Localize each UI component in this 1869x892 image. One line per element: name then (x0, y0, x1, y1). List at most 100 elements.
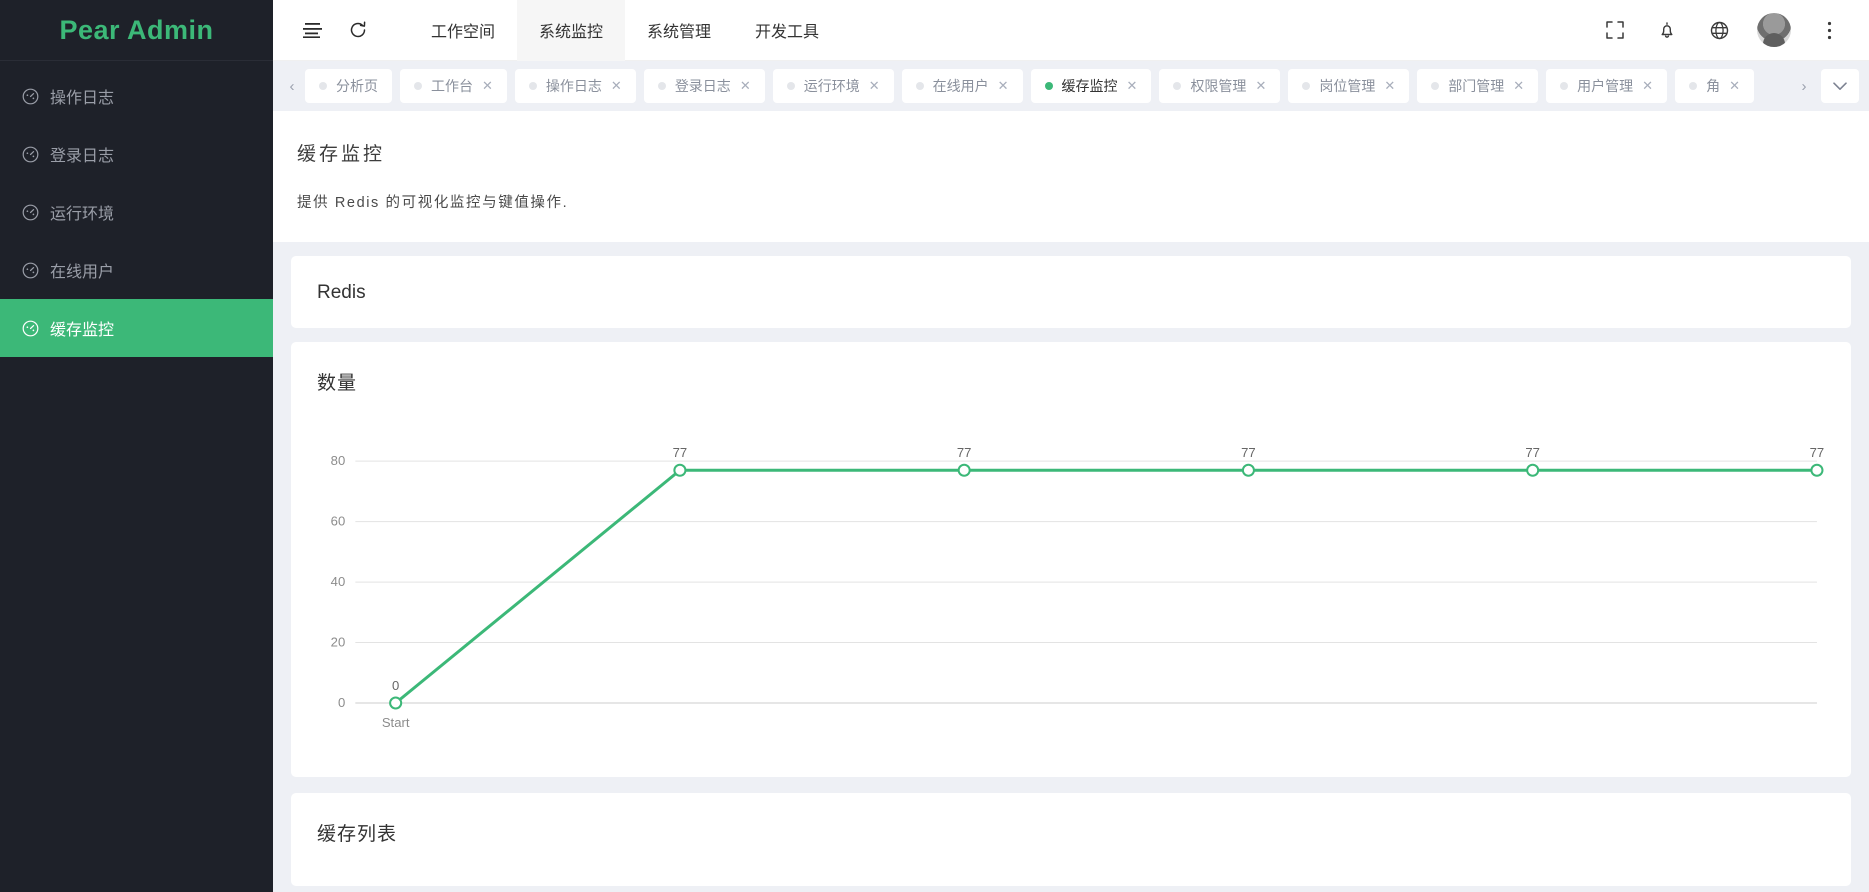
tab-label: 工作台 (431, 78, 473, 94)
tab-list: 分析页 工作台 ✕ 操作日志 ✕ 登录日志 ✕ 运行环境 ✕ 在线用户 ✕ 缓存监控 ✕ 权限管理 ✕ 岗位管… (305, 69, 1791, 103)
tab-label: 缓存监控 (1061, 78, 1118, 94)
top-nav-item-2[interactable]: 系统管理 (625, 0, 733, 61)
tab-status-dot (1044, 82, 1053, 90)
chart-container: 0 20 40 60 80 0 Start 77 77 77 77 77 (291, 419, 1851, 777)
tab-status-dot (1689, 82, 1698, 90)
svg-text:77: 77 (673, 445, 688, 460)
tab-close-icon[interactable]: ✕ (1513, 78, 1524, 94)
top-nav-item-0[interactable]: 工作空间 (409, 0, 517, 61)
tab-label: 分析页 (336, 78, 378, 94)
tab-status-dot (786, 82, 795, 90)
sidebar-item-label: 运行环境 (50, 206, 115, 223)
gauge-icon (22, 204, 50, 221)
svg-text:77: 77 (1525, 445, 1540, 460)
count-card-title: 数量 (317, 373, 358, 394)
tab-close-icon[interactable]: ✕ (1384, 78, 1395, 94)
cache-list-card: 缓存列表 (291, 793, 1851, 886)
tab-0[interactable]: 分析页 (305, 69, 392, 103)
gauge-icon (22, 146, 50, 163)
fullscreen-icon[interactable] (1589, 0, 1641, 61)
hamburger-icon[interactable] (289, 0, 335, 61)
tab-5[interactable]: 在线用户 ✕ (901, 69, 1023, 103)
sidebar-item-label: 操作日志 (50, 90, 115, 107)
tab-bar: ‹ 分析页 工作台 ✕ 操作日志 ✕ 登录日志 ✕ 运行环境 ✕ 在线用户 ✕ 缓存监控 ✕ 权限管理 ✕ 岗… (273, 61, 1869, 111)
tab-label: 运行环境 (803, 78, 860, 94)
tab-close-icon[interactable]: ✕ (869, 78, 880, 94)
tab-status-dot (657, 82, 666, 90)
sidebar-item-label: 登录日志 (50, 148, 115, 165)
tab-status-dot (319, 82, 327, 90)
svg-text:80: 80 (331, 453, 346, 468)
tab-10[interactable]: 用户管理 ✕ (1546, 69, 1668, 103)
sidebar: Pear Admin 操作日志 登录日志 运行环境 在线用户 缓存监控 (0, 0, 273, 892)
sidebar-item-1[interactable]: 登录日志 (0, 125, 273, 183)
tab-4[interactable]: 运行环境 ✕ (772, 69, 894, 103)
top-nav: 工作空间 系统监控 系统管理 开发工具 (409, 0, 841, 61)
tab-1[interactable]: 工作台 ✕ (400, 69, 507, 103)
sidebar-item-3[interactable]: 在线用户 (0, 241, 273, 299)
tab-6[interactable]: 缓存监控 ✕ (1030, 69, 1152, 103)
tab-label: 角 (1706, 78, 1721, 94)
svg-text:77: 77 (1241, 445, 1256, 460)
svg-text:20: 20 (331, 635, 346, 650)
sidebar-item-label: 在线用户 (50, 264, 115, 281)
chevron-down-icon (1833, 81, 1847, 90)
brand-name: Pear Admin (59, 14, 214, 45)
tab-7[interactable]: 权限管理 ✕ (1159, 69, 1281, 103)
tab-close-icon[interactable]: ✕ (482, 78, 493, 94)
tab-scroll-right-icon[interactable]: › (1791, 61, 1817, 111)
page-subtitle: 提供 Redis 的可视化监控与键值操作. (297, 195, 569, 211)
globe-icon[interactable] (1693, 0, 1745, 61)
tab-3[interactable]: 登录日志 ✕ (643, 69, 765, 103)
tab-label: 权限管理 (1190, 78, 1247, 94)
tab-2[interactable]: 操作日志 ✕ (514, 69, 636, 103)
tab-close-icon[interactable]: ✕ (1127, 78, 1138, 94)
tab-status-dot (528, 82, 537, 90)
line-chart[interactable]: 0 20 40 60 80 0 Start 77 77 77 77 77 (313, 419, 1825, 749)
refresh-icon[interactable] (335, 0, 381, 61)
gauge-icon (22, 262, 50, 279)
app-root: Pear Admin 操作日志 登录日志 运行环境 在线用户 缓存监控 工作空间… (0, 0, 1869, 892)
page-header: 缓存监控 提供 Redis 的可视化监控与键值操作. (273, 111, 1869, 242)
tab-close-icon[interactable]: ✕ (1729, 78, 1740, 94)
redis-card-title: Redis (317, 282, 366, 303)
sidebar-item-2[interactable]: 运行环境 (0, 183, 273, 241)
page-content: 缓存监控 提供 Redis 的可视化监控与键值操作. Redis 数量 0 20 4… (273, 111, 1869, 892)
tab-status-dot (1173, 82, 1182, 90)
tab-status-dot (1302, 82, 1311, 90)
tab-close-icon[interactable]: ✕ (740, 78, 751, 94)
sidebar-item-4[interactable]: 缓存监控 (0, 299, 273, 357)
sidebar-item-0[interactable]: 操作日志 (0, 67, 273, 125)
gauge-icon (22, 320, 50, 337)
sidebar-item-label: 缓存监控 (50, 322, 115, 339)
tab-close-icon[interactable]: ✕ (1642, 78, 1653, 94)
page-title: 缓存监控 (297, 144, 386, 165)
avatar[interactable] (1757, 13, 1791, 47)
brand-logo[interactable]: Pear Admin (0, 0, 273, 61)
cache-list-title: 缓存列表 (317, 824, 398, 845)
bell-icon[interactable] (1641, 0, 1693, 61)
tab-close-icon[interactable]: ✕ (998, 78, 1009, 94)
svg-text:77: 77 (957, 445, 972, 460)
tab-status-dot (915, 82, 924, 90)
tab-8[interactable]: 岗位管理 ✕ (1288, 69, 1410, 103)
redis-card: Redis (291, 256, 1851, 328)
tab-11[interactable]: 角 ✕ (1675, 69, 1754, 103)
tab-label: 部门管理 (1448, 78, 1505, 94)
header-actions (1589, 0, 1869, 61)
svg-text:77: 77 (1810, 445, 1825, 460)
top-nav-item-1[interactable]: 系统监控 (517, 0, 626, 61)
tab-dropdown-button[interactable] (1821, 69, 1859, 103)
tab-9[interactable]: 部门管理 ✕ (1417, 69, 1539, 103)
tab-status-dot (1431, 82, 1440, 90)
svg-text:60: 60 (331, 514, 346, 529)
top-nav-item-3[interactable]: 开发工具 (733, 0, 841, 61)
tab-close-icon[interactable]: ✕ (611, 78, 622, 94)
svg-text:40: 40 (331, 574, 346, 589)
tab-close-icon[interactable]: ✕ (1255, 78, 1266, 94)
more-vertical-icon[interactable] (1803, 0, 1855, 61)
svg-text:Start: Start (382, 715, 410, 730)
svg-text:0: 0 (392, 678, 399, 693)
gauge-icon (22, 88, 50, 105)
tab-scroll-left-icon[interactable]: ‹ (279, 61, 305, 111)
